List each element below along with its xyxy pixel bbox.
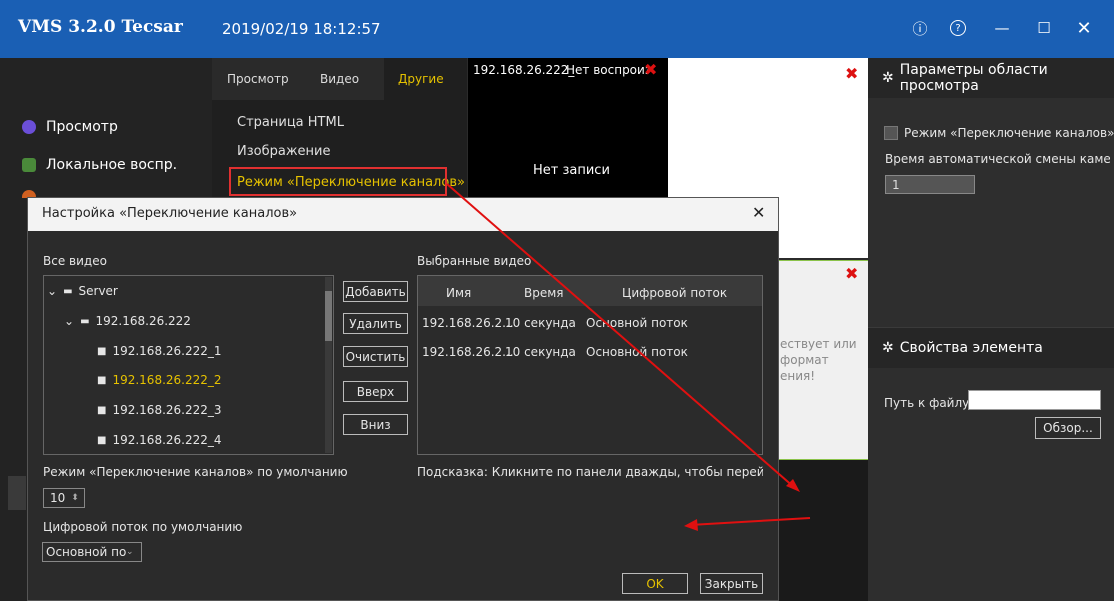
arrowhead-icon bbox=[684, 519, 698, 531]
annotation-arrow-diagonal bbox=[446, 183, 796, 489]
annotation-arrows bbox=[446, 183, 811, 531]
annotation-arrow-left bbox=[689, 517, 811, 526]
